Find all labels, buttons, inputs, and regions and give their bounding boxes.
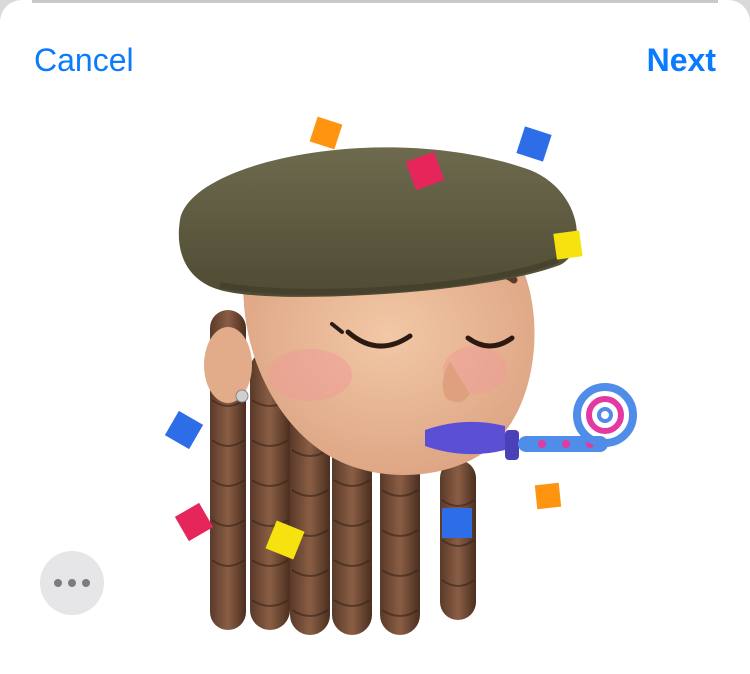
next-button[interactable]: Next (647, 40, 716, 80)
sheet-top-edge (32, 0, 718, 3)
ellipsis-icon (54, 579, 62, 587)
sticker-sheet: Cancel Next (0, 0, 750, 674)
earring-icon (235, 389, 249, 403)
memoji-sticker (164, 116, 637, 635)
more-options-button[interactable] (40, 551, 104, 615)
left-cheek (268, 349, 352, 401)
cancel-button[interactable]: Cancel (34, 40, 134, 80)
